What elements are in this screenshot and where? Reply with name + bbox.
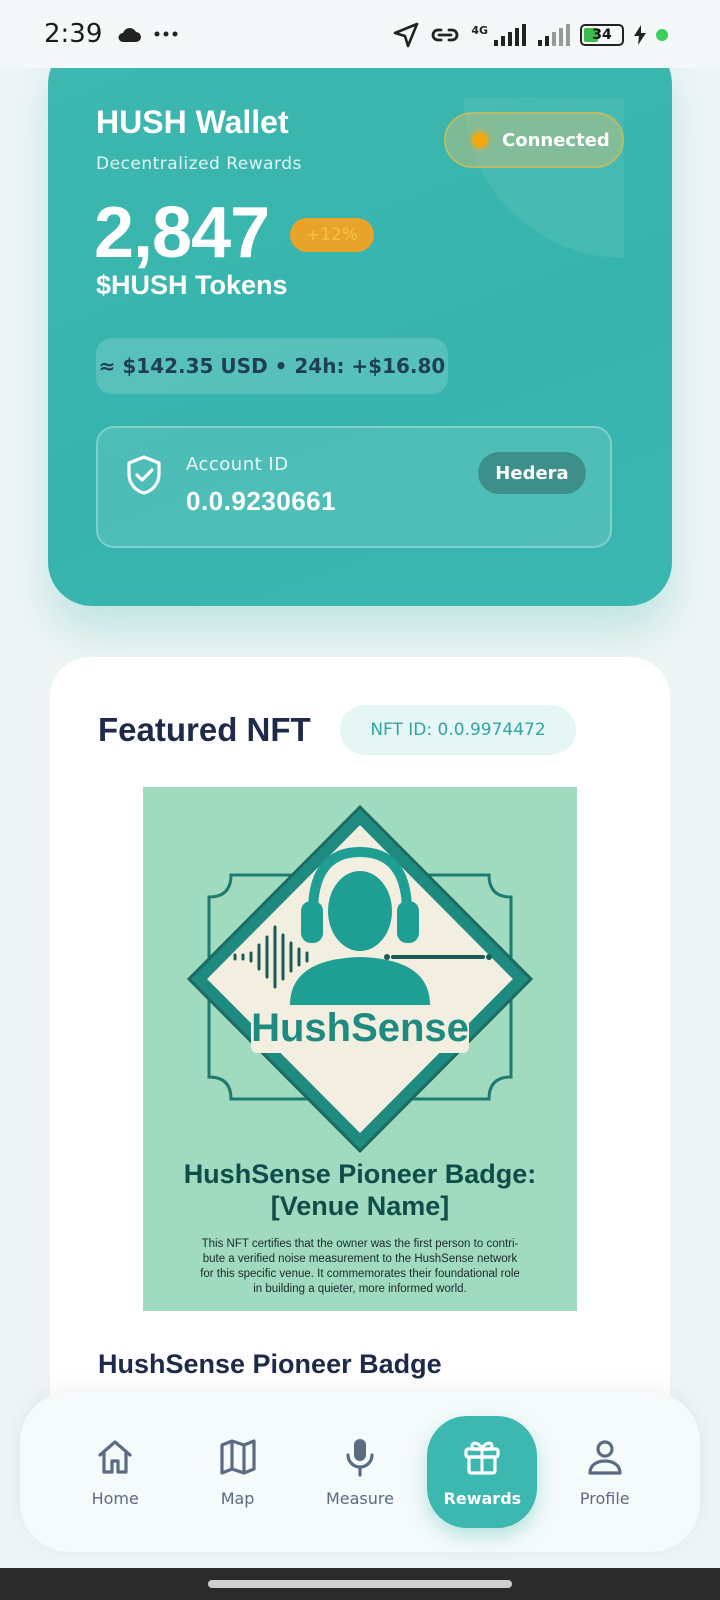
nav-map-label: Map [220, 1488, 255, 1508]
nft-id-badge[interactable]: NFT ID: 0.0.9974472 [340, 705, 576, 755]
shield-check-icon [127, 455, 161, 495]
nav-measure-label: Measure [325, 1488, 394, 1508]
nav-home[interactable]: Home [60, 1416, 170, 1528]
network-type: 4G [471, 23, 488, 37]
status-time: 2:39 [44, 19, 103, 49]
wallet-title: HUSH Wallet [96, 104, 289, 140]
nft-description-line3: for this specific venue. It commemorates… [200, 1268, 520, 1280]
nft-name: HushSense Pioneer Badge [98, 1349, 442, 1379]
nav-rewards[interactable]: Rewards [427, 1416, 538, 1528]
charging-bolt-icon [634, 25, 646, 45]
nav-rewards-label: Rewards [443, 1488, 522, 1508]
nft-description-line1: This NFT certifies that the owner was th… [202, 1238, 519, 1250]
location-arrow-icon [394, 22, 419, 48]
nft-badge-title-line2: [Venue Name] [271, 1191, 450, 1221]
battery-icon: 34 [580, 24, 624, 46]
token-label: $HUSH Tokens [96, 270, 288, 300]
user-icon [588, 1439, 622, 1475]
account-id-value: 0.0.9230661 [186, 486, 337, 516]
wallet-card: HUSH Wallet Decentralized Rewards Connec… [48, 40, 672, 606]
token-balance: 2,847 [94, 193, 270, 273]
microphone-icon [346, 1438, 374, 1477]
nav-profile[interactable]: Profile [550, 1416, 660, 1528]
featured-nft-title: Featured NFT [98, 711, 311, 748]
more-dots-icon [154, 31, 178, 37]
connection-status-label: Connected [502, 129, 610, 151]
nav-map[interactable]: Map [183, 1416, 293, 1528]
nav-profile-label: Profile [579, 1488, 630, 1508]
nft-description-line2: bute a verified noise measurement to the… [203, 1253, 518, 1265]
nav-measure[interactable]: Measure [305, 1416, 415, 1528]
home-gesture-bar[interactable] [208, 1580, 512, 1588]
wallet-subtitle: Decentralized Rewards [96, 154, 302, 174]
nft-badge-title-line1: HushSense Pioneer Badge: [184, 1159, 537, 1189]
map-icon [219, 1438, 256, 1475]
nav-home-label: Home [91, 1488, 139, 1508]
signal-secondary-icon [538, 24, 570, 46]
nft-badge-artwork: HushSense HushSense Pioneer Badge: [Venu… [184, 804, 537, 1295]
nft-description-line4: in building a quieter, more informed wor… [253, 1283, 467, 1295]
gift-icon [464, 1441, 500, 1475]
bottom-navigation: Home Map Measure Rewards Profile [20, 1392, 700, 1552]
nft-brand-text: HushSense [251, 1006, 469, 1050]
usd-value-summary: ≈ $142.35 USD • 24h: +$16.80 [96, 338, 448, 394]
connection-status-badge[interactable]: Connected [444, 112, 624, 168]
account-id-box[interactable]: Account ID 0.0.9230661 Hedera [96, 426, 612, 548]
privacy-dot-icon [656, 29, 668, 41]
status-bar: 2:39 4G 34 [0, 0, 720, 68]
featured-nft-card: Featured NFT NFT ID: 0.0.9974472 HushSen… [50, 657, 670, 1397]
cloud-icon [118, 28, 142, 42]
signal-icon [494, 24, 526, 46]
network-badge[interactable]: Hedera [478, 452, 586, 494]
account-id-label: Account ID [186, 454, 289, 475]
balance-change-badge: +12% [290, 218, 374, 252]
status-dot-icon [472, 132, 488, 148]
nft-image[interactable]: HushSense HushSense Pioneer Badge: [Venu… [143, 787, 577, 1311]
home-icon [98, 1439, 132, 1474]
link-icon [431, 28, 459, 42]
